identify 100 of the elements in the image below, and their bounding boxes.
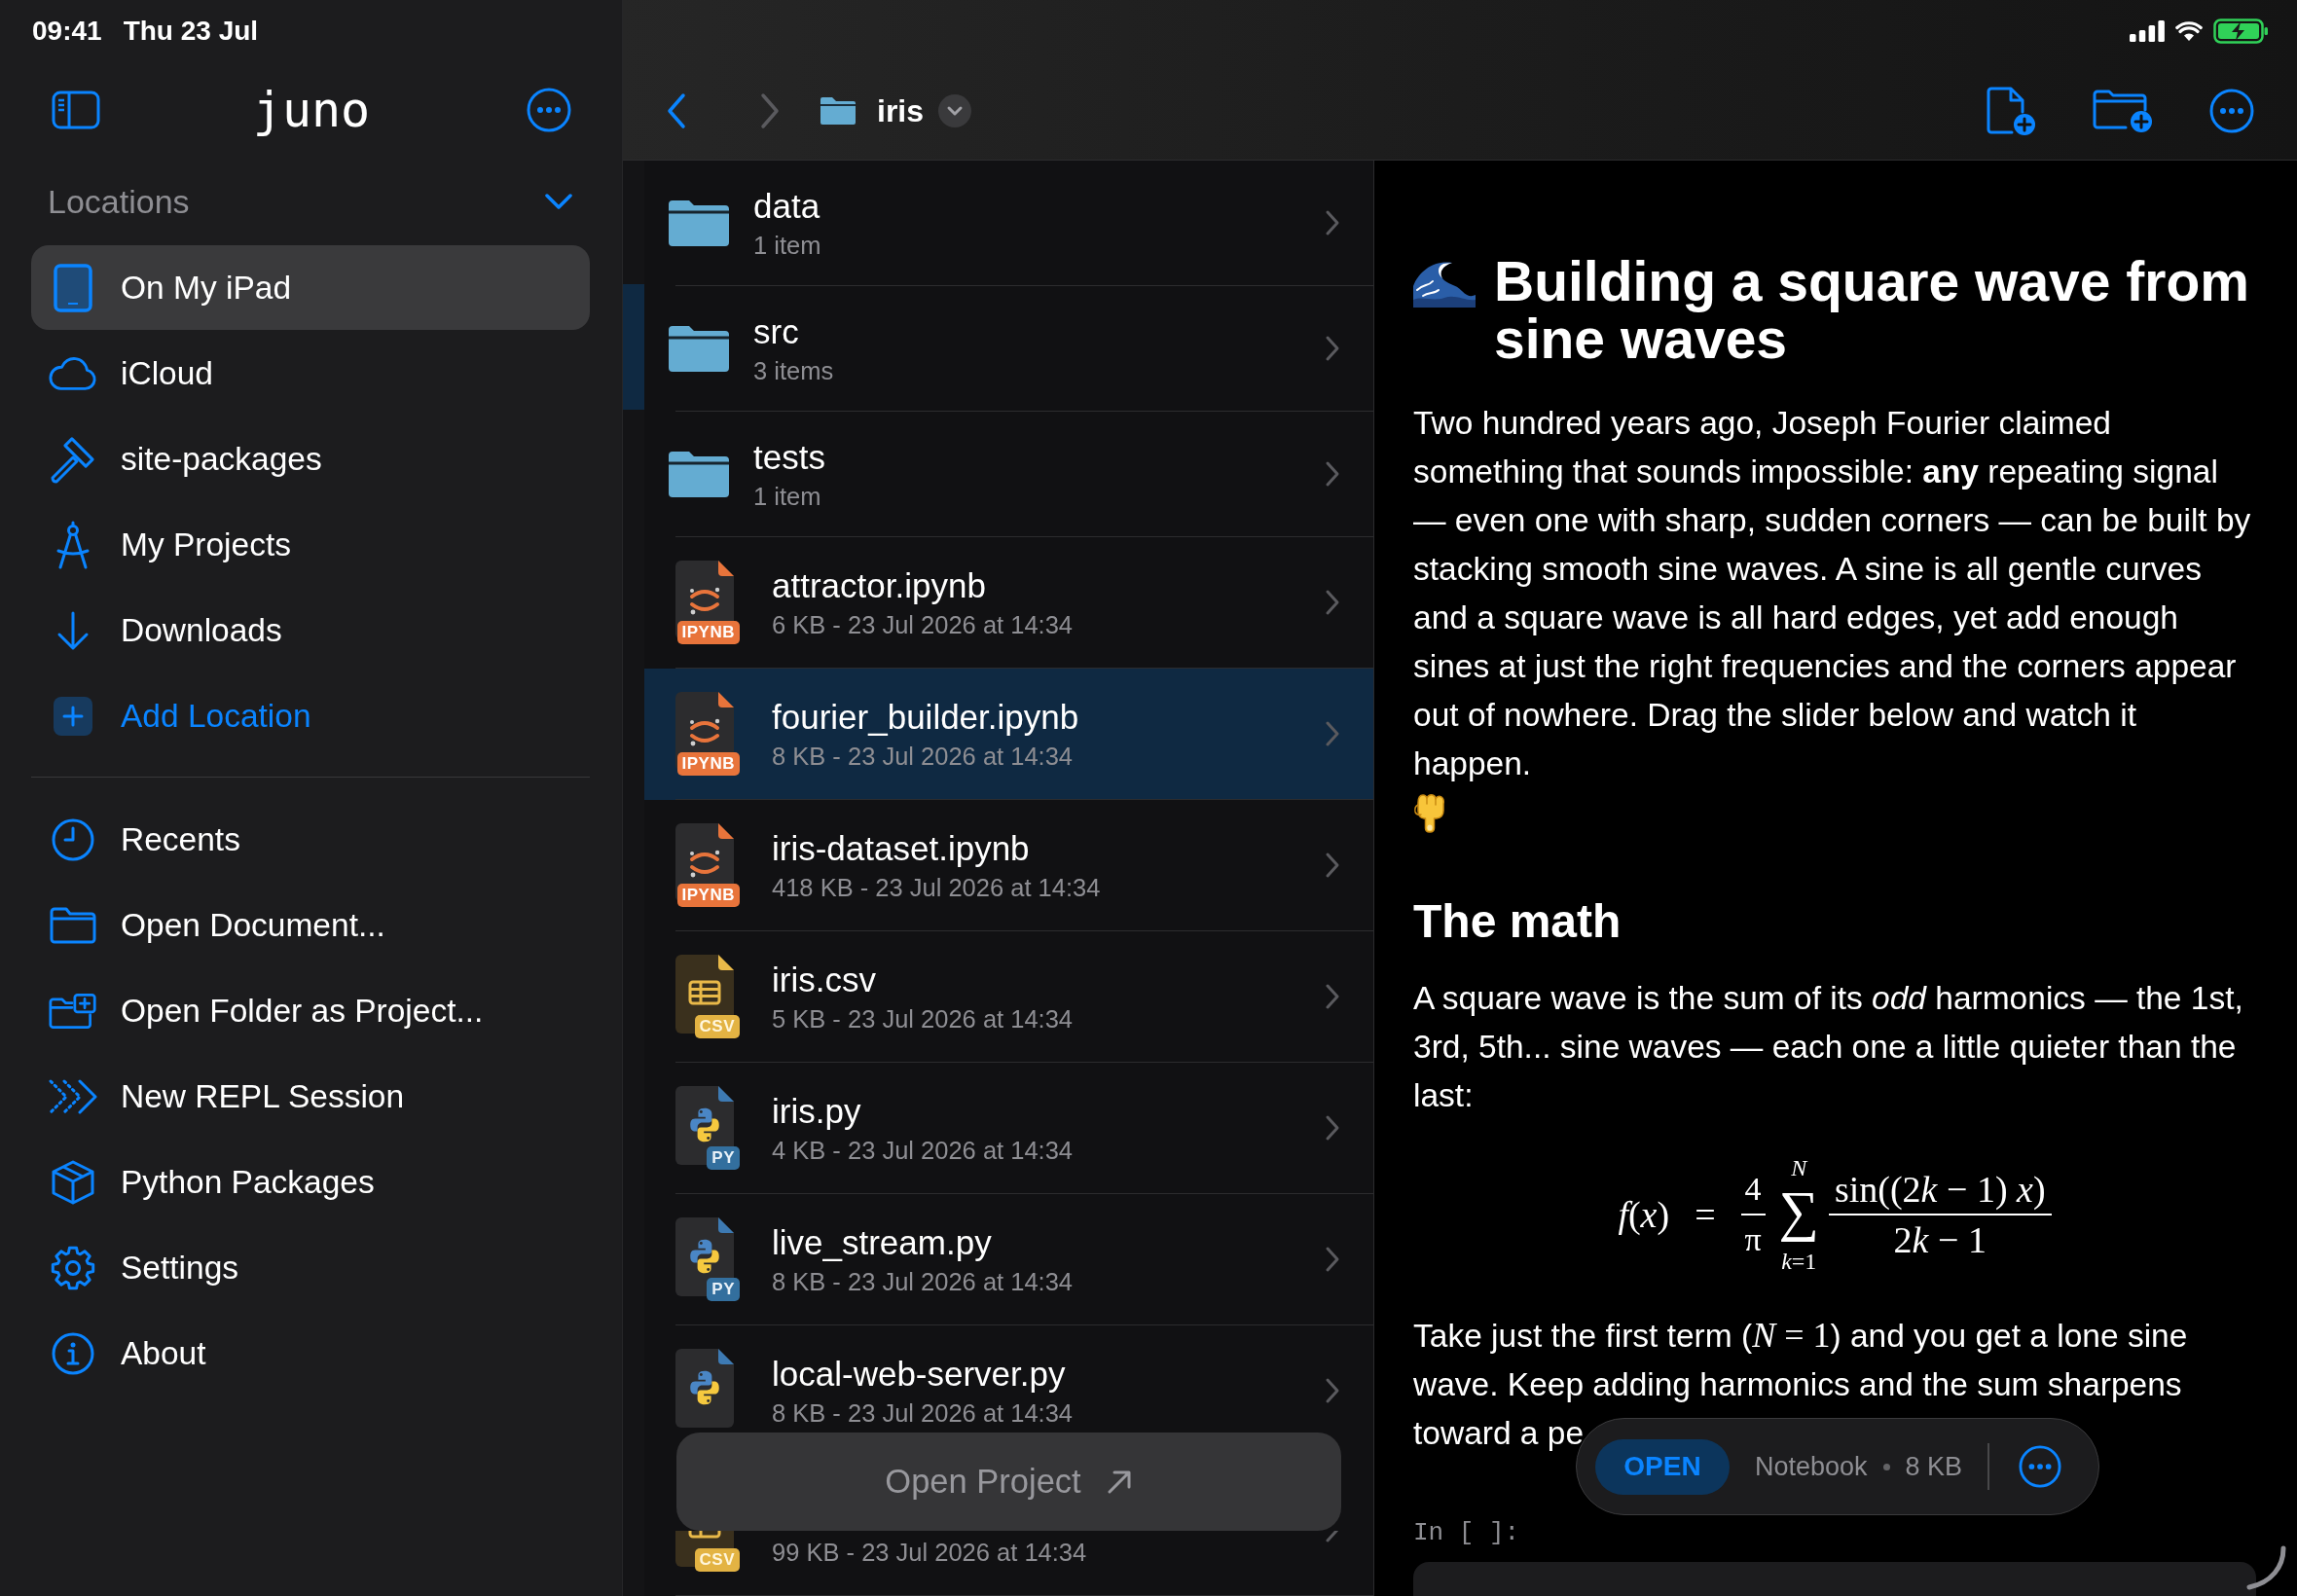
info-icon [52,1331,94,1375]
sidebar-item[interactable]: Open Document... [31,883,590,967]
file-type-badge: IPYNB [676,752,740,776]
file-name: iris.py [772,1090,861,1132]
ellipsis-circle-icon[interactable] [527,88,571,132]
separator-dot-icon [1882,1463,1890,1470]
section-title: Locations [48,182,190,221]
file-type-badge: CSV [694,1548,740,1572]
sidebar-item[interactable]: Downloads [31,588,590,672]
wifi-icon [2175,20,2203,42]
signal-icon [2130,20,2165,42]
plus-tile-icon [54,696,92,736]
file-size: 8 KB [1905,1451,1963,1482]
chevron-right-icon [1325,720,1340,747]
sidebar-item[interactable]: Open Folder as Project... [31,968,590,1053]
file-row[interactable]: data 1 item [644,161,1373,286]
sidebar-item[interactable]: My Projects [31,502,590,587]
file-name: iris-dataset.ipynb [772,827,1030,869]
folder-icon [668,199,730,247]
pointing-down-hand-icon [1413,792,1445,833]
folder-icon [668,324,730,373]
chevron-circle-icon[interactable] [938,94,972,127]
folder-icon [50,906,96,944]
clock-icon [52,817,94,861]
file-details: 6 KB - 23 Jul 2026 at 14:34 [772,609,1074,640]
sidebar-item[interactable]: site-packages [31,417,590,501]
tablet-icon [54,263,92,312]
file-type-badge: IPYNB [676,621,740,644]
file-name: tests [753,436,825,478]
chevron-right-icon [1325,589,1340,616]
status-time: 09:41 [32,16,102,47]
box-icon [52,1159,94,1205]
cell-prompt: In [ ]: [1413,1517,1521,1549]
chevron-right-icon [1325,1246,1340,1273]
file-row[interactable]: PY live_stream.py 8 KB - 23 Jul 2026 at 14:34 [644,1194,1373,1325]
arrow-down-icon [55,609,91,651]
file-row[interactable]: src 3 items [644,286,1373,412]
file-row[interactable]: IPYNB fourier_builder.ipynb 8 KB - 23 Jul 2026 at 14:34 [644,669,1373,800]
document-title: Building a square wave from sine waves [1494,253,2250,368]
python-file-icon [675,1349,734,1428]
sidebar-item[interactable]: Recents [31,797,590,882]
file-type-badge: CSV [694,1015,740,1038]
file-kind: Notebook [1755,1451,1868,1482]
sidebar-item[interactable]: Settings [31,1225,590,1310]
drafting-compass-icon [55,520,91,569]
folder-title: iris [877,92,925,129]
status-date: Thu 23 Jul [123,16,259,47]
file-name: data [753,185,820,227]
chevron-right-icon [1325,335,1340,362]
file-name: fourier_builder.ipynb [772,696,1079,738]
sidebar-item[interactable]: iCloud [31,331,590,416]
file-row[interactable]: CSV 99 KB - 23 Jul 2026 at 14:34 [644,1531,1373,1596]
chevron-right-icon [1325,1377,1340,1404]
document-plus-icon[interactable] [1986,86,2036,136]
file-details: 1 item [753,481,821,512]
file-details: 4 KB - 23 Jul 2026 at 14:34 [772,1135,1074,1166]
file-details: 418 KB - 23 Jul 2026 at 14:34 [772,872,1101,903]
add-location-link[interactable]: Add Location [31,673,590,758]
python-file-icon [675,1217,734,1296]
ellipsis-circle-icon[interactable] [2019,1445,2062,1488]
folder-icon [820,96,857,126]
chevron-down-icon[interactable] [545,193,572,210]
file-type-badge: IPYNB [676,884,740,907]
file-type-badge: PY [707,1278,740,1301]
ellipsis-circle-icon[interactable] [2209,89,2254,133]
section-heading: The math [1413,894,1622,949]
file-details: 5 KB - 23 Jul 2026 at 14:34 [772,1003,1074,1034]
file-row[interactable]: tests 1 item [644,412,1373,537]
sidebar-item[interactable]: Python Packages [31,1140,590,1224]
folder-plus-icon[interactable] [2093,89,2153,133]
sidebar-item[interactable]: New REPL Session [31,1054,590,1139]
file-details: 8 KB - 23 Jul 2026 at 14:34 [772,1397,1074,1429]
file-type-badge: PY [707,1146,740,1170]
file-details: 99 KB - 23 Jul 2026 at 14:34 [772,1537,1087,1568]
sidebar-icon[interactable] [52,91,100,129]
chevron-left-icon[interactable] [667,92,686,129]
open-project-button[interactable]: Open Project [676,1433,1341,1531]
file-row[interactable]: CSV iris.csv 5 KB - 23 Jul 2026 at 14:34 [644,931,1373,1063]
file-details: 1 item [753,230,821,261]
gear-icon [51,1245,95,1290]
file-name: live_stream.py [772,1221,992,1263]
file-name: iris.csv [772,959,876,1000]
chevron-right-icon [1325,460,1340,488]
python-file-icon [675,1086,734,1165]
cloud-icon [49,355,97,391]
sidebar-item[interactable]: About [31,1311,590,1396]
paragraph: Two hundred years ago, Joseph Fourier claimed something that sounds impossible: any repeating signal — even one with sharp, sudden corners — can be built by stacking smooth sine waves. A sine is all gentle curves and a square wave is all hard edges, yet add enough sines at just the right frequencies and the corners appear out of nowhere. Drag the slider below and watch it happen. [1413,405,2251,781]
file-details: 8 KB - 23 Jul 2026 at 14:34 [772,1266,1074,1297]
file-name: src [753,310,799,352]
file-row[interactable]: IPYNB iris-dataset.ipynb 418 KB - 23 Jul 2026 at 14:34 [644,800,1373,931]
resize-handle-icon[interactable] [2244,1545,2287,1590]
chevrons-right-icon [49,1078,97,1114]
file-name: attractor.ipynb [772,564,986,606]
file-details: 3 items [753,355,834,386]
battery-icon [2213,18,2268,44]
sidebar-item[interactable]: On My iPad [31,245,590,330]
paragraph: A square wave is the sum of its odd harmonics — the 1st, 3rd, 5th... sine waves — each one a little quieter than the last: [1413,980,2243,1113]
chevron-right-icon [1325,209,1340,236]
app-logo: juno [252,81,371,139]
file-row[interactable]: PY iris.py 4 KB - 23 Jul 2026 at 14:34 [644,1063,1373,1194]
